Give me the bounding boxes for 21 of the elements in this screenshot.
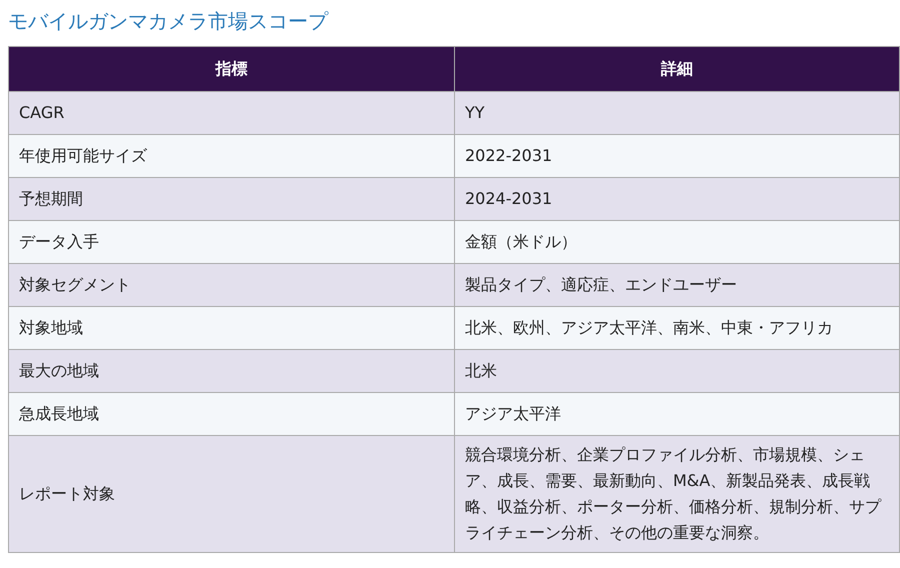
table-cell: 対象セグメント: [8, 264, 454, 306]
column-header: 詳細: [454, 46, 900, 92]
table-cell: レポート対象: [8, 436, 454, 552]
table-cell: YY: [454, 92, 900, 134]
table-cell: データ入手: [8, 220, 454, 264]
page-title: モバイルガンマカメラ市場スコープ: [8, 8, 330, 35]
table-cell: 対象地域: [8, 306, 454, 350]
column-header: 指標: [8, 46, 454, 92]
table-cell: 最大の地域: [8, 350, 454, 392]
table-cell: 金額（米ドル）: [454, 220, 900, 264]
table-cell: 急成長地域: [8, 392, 454, 436]
table-cell: 競合環境分析、企業プロファイル分析、市場規模、シェア、成長、需要、最新動向、M&A、新製品発表、成長戦略、収益分析、ポーター分析、価格分析、規制分析、サプライチェーン分析、その他の重要な洞察。: [454, 436, 900, 552]
table-cell: 製品タイプ、適応症、エンドユーザー: [454, 264, 900, 306]
table-cell: 予想期間: [8, 178, 454, 220]
table-cell: アジア太平洋: [454, 392, 900, 436]
table-cell: CAGR: [8, 92, 454, 134]
table-cell: 2022-2031: [454, 134, 900, 178]
table-cell: 年使用可能サイズ: [8, 134, 454, 178]
table-cell: 2024-2031: [454, 178, 900, 220]
table-cell: 北米、欧州、アジア太平洋、南米、中東・アフリカ: [454, 306, 900, 350]
table-cell: 北米: [454, 350, 900, 392]
